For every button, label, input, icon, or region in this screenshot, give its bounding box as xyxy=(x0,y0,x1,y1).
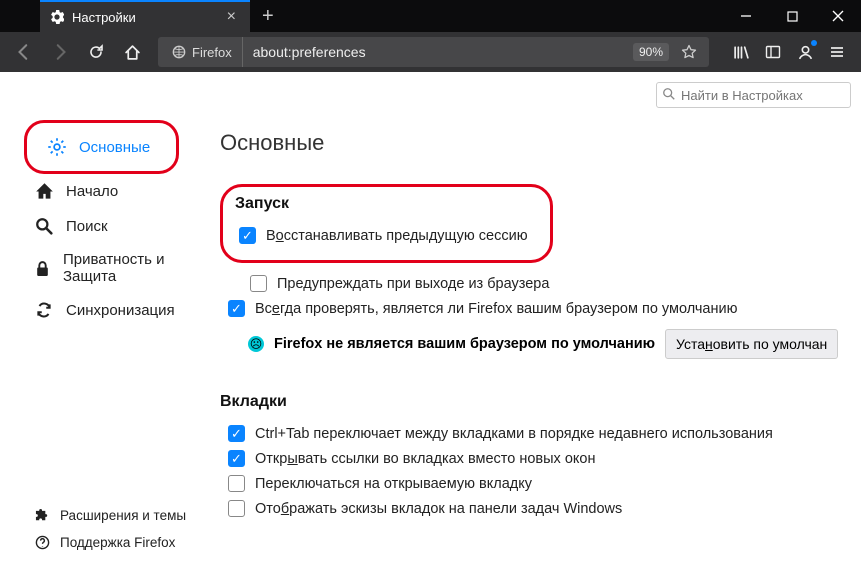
option-switch-to-tab[interactable]: Переключаться на открываемую вкладку xyxy=(220,471,845,496)
link-label: Поддержка Firefox xyxy=(60,535,175,550)
category-label: Поиск xyxy=(66,218,108,235)
link-support[interactable]: Поддержка Firefox xyxy=(24,529,208,556)
forward-button[interactable] xyxy=(44,36,76,68)
default-browser-status: ☹ Firefox не является вашим браузером по… xyxy=(220,321,845,363)
option-taskbar-previews[interactable]: Отображать эскизы вкладок на панели зада… xyxy=(220,496,845,521)
category-sidebar: Основные Начало Поиск Приватность и Защи… xyxy=(0,72,220,566)
gear-icon xyxy=(47,137,67,157)
option-label: Переключаться на открываемую вкладку xyxy=(255,476,532,492)
status-text: Firefox не является вашим браузером по у… xyxy=(274,336,655,352)
category-home[interactable]: Начало xyxy=(24,174,208,209)
sync-icon xyxy=(34,301,54,319)
section-title-tabs: Вкладки xyxy=(220,393,845,411)
option-ctrl-tab[interactable]: Ctrl+Tab переключает между вкладками в п… xyxy=(220,421,845,446)
link-extensions[interactable]: Расширения и темы xyxy=(24,502,208,529)
puzzle-icon xyxy=(34,508,50,523)
lock-icon xyxy=(34,260,51,277)
option-label: Ctrl+Tab переключает между вкладками в п… xyxy=(255,426,773,442)
tab-title: Настройки xyxy=(72,10,215,25)
option-label: Открывать ссылки во вкладках вместо новы… xyxy=(255,451,595,467)
category-label: Основные xyxy=(79,139,150,156)
notification-dot-icon xyxy=(811,40,817,46)
checkbox-icon xyxy=(239,227,256,244)
bookmark-star-icon[interactable] xyxy=(673,44,705,60)
find-in-settings xyxy=(656,82,851,108)
section-title-launch: Запуск xyxy=(235,195,528,213)
category-search[interactable]: Поиск xyxy=(24,209,208,243)
minimize-button[interactable] xyxy=(723,0,769,32)
firefox-icon xyxy=(172,45,186,59)
checkbox-icon xyxy=(228,475,245,492)
url-bar[interactable]: Firefox 90% xyxy=(158,37,709,67)
option-open-links-in-tabs[interactable]: Открывать ссылки во вкладках вместо новы… xyxy=(220,446,845,471)
back-button[interactable] xyxy=(8,36,40,68)
identity-label: Firefox xyxy=(192,45,232,60)
nav-toolbar: Firefox 90% xyxy=(0,32,861,72)
category-label: Синхронизация xyxy=(66,302,175,319)
main-panel: Основные Запуск Восстанавливать предыдущ… xyxy=(220,72,861,566)
option-label: Предупреждать при выходе из браузера xyxy=(277,276,549,292)
window-controls xyxy=(723,0,861,32)
maximize-button[interactable] xyxy=(769,0,815,32)
help-icon xyxy=(34,535,50,550)
search-icon xyxy=(662,87,676,101)
tabs-strip: Настройки × + xyxy=(0,0,286,32)
identity-box[interactable]: Firefox xyxy=(162,37,243,67)
tab-settings[interactable]: Настройки × xyxy=(40,0,250,32)
reload-button[interactable] xyxy=(80,36,112,68)
option-restore-session[interactable]: Восстанавливать предыдущую сессию xyxy=(231,223,528,248)
library-button[interactable] xyxy=(725,36,757,68)
checkbox-icon xyxy=(228,500,245,517)
option-label: Восстанавливать предыдущую сессию xyxy=(266,228,528,244)
category-sync[interactable]: Синхронизация xyxy=(24,293,208,327)
search-icon xyxy=(34,217,54,235)
highlight-general: Основные xyxy=(24,120,179,174)
option-always-check-default[interactable]: Всегда проверять, является ли Firefox ва… xyxy=(220,296,845,321)
link-label: Расширения и темы xyxy=(60,508,186,523)
category-general[interactable]: Основные xyxy=(37,129,160,165)
tab-close-button[interactable]: × xyxy=(223,7,240,27)
window-titlebar: Настройки × + xyxy=(0,0,861,32)
make-default-button[interactable]: Установить по умолчан xyxy=(665,329,838,359)
preferences-content: Основные Начало Поиск Приватность и Защи… xyxy=(0,72,861,566)
page-title: Основные xyxy=(220,130,845,156)
sad-face-icon: ☹ xyxy=(248,336,264,352)
option-label: Отображать эскизы вкладок на панели зада… xyxy=(255,501,622,517)
checkbox-icon xyxy=(228,300,245,317)
search-input[interactable] xyxy=(656,82,851,108)
gear-icon xyxy=(50,10,64,24)
highlight-launch: Запуск Восстанавливать предыдущую сессию xyxy=(220,184,553,263)
app-menu-button[interactable] xyxy=(821,36,853,68)
checkbox-icon xyxy=(250,275,267,292)
category-label: Приватность и Защита xyxy=(63,251,198,285)
close-window-button[interactable] xyxy=(815,0,861,32)
home-icon xyxy=(34,182,54,201)
url-input[interactable] xyxy=(243,44,633,60)
option-label: Всегда проверять, является ли Firefox ва… xyxy=(255,301,737,317)
new-tab-button[interactable]: + xyxy=(250,5,286,28)
category-label: Начало xyxy=(66,183,118,200)
account-button[interactable] xyxy=(789,36,821,68)
checkbox-icon xyxy=(228,425,245,442)
zoom-indicator[interactable]: 90% xyxy=(633,43,669,61)
checkbox-icon xyxy=(228,450,245,467)
home-button[interactable] xyxy=(116,36,148,68)
sidebar-button[interactable] xyxy=(757,36,789,68)
option-warn-on-quit[interactable]: Предупреждать при выходе из браузера xyxy=(242,271,845,296)
category-privacy[interactable]: Приватность и Защита xyxy=(24,243,208,293)
